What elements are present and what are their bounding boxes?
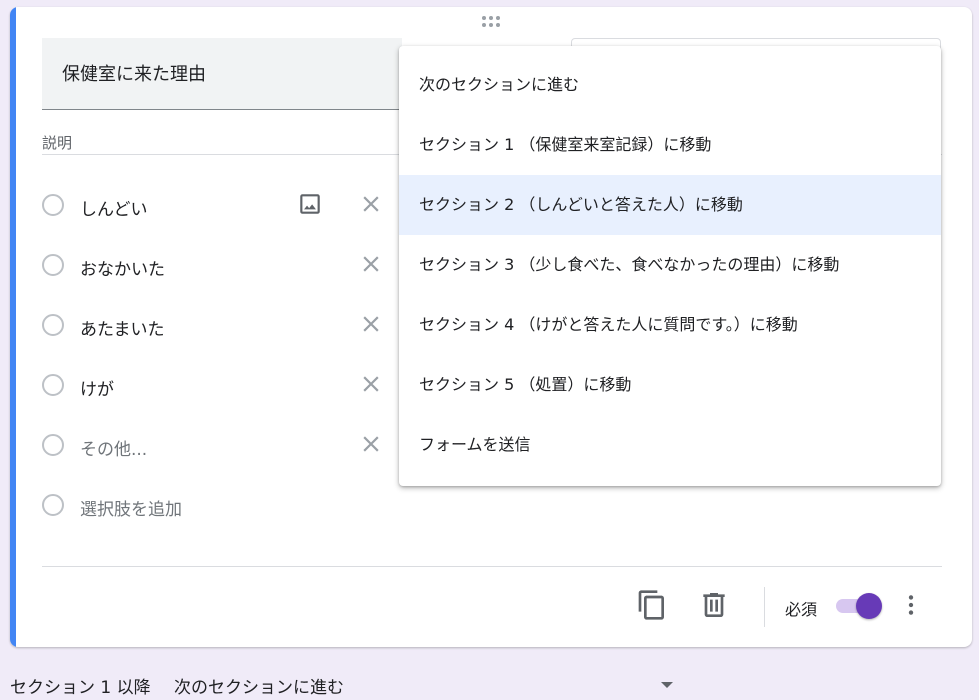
option-label-other[interactable]: その他...	[80, 435, 147, 460]
radio-circle-icon	[42, 374, 64, 396]
menu-item[interactable]: セクション 4 （けがと答えた人に質問です。）に移動	[399, 295, 941, 355]
remove-option-icon[interactable]	[358, 431, 384, 457]
add-option-button[interactable]: 選択肢を追加	[80, 495, 182, 520]
remove-option-icon[interactable]	[358, 311, 384, 337]
remove-option-icon[interactable]	[358, 191, 384, 217]
remove-option-icon[interactable]	[358, 371, 384, 397]
option-label[interactable]: けが	[80, 375, 114, 400]
radio-circle-icon	[42, 314, 64, 336]
menu-item-selected[interactable]: セクション 2 （しんどいと答えた人）に移動	[399, 175, 941, 235]
delete-icon[interactable]	[698, 589, 730, 621]
after-section-select[interactable]: 次のセクションに進む	[174, 673, 344, 698]
question-title-field[interactable]: 保健室に来た理由	[42, 38, 402, 110]
add-option-row: 選択肢を追加	[42, 487, 402, 527]
required-toggle[interactable]	[834, 593, 884, 619]
question-title-text: 保健室に来た理由	[62, 64, 206, 85]
option-label[interactable]: しんどい	[80, 195, 148, 220]
description-placeholder: 説明	[42, 134, 73, 152]
menu-item[interactable]: セクション 3 （少し食べた、食べなかったの理由）に移動	[399, 235, 941, 295]
toggle-knob	[856, 593, 882, 619]
more-vert-icon[interactable]	[898, 589, 924, 621]
drag-handle-icon[interactable]	[482, 16, 502, 30]
duplicate-icon[interactable]	[636, 589, 668, 621]
option-label[interactable]: おなかいた	[80, 255, 165, 280]
divider	[42, 566, 942, 567]
radio-circle-icon	[42, 194, 64, 216]
card-accent-bar	[10, 7, 16, 647]
required-label: 必須	[785, 600, 818, 619]
radio-circle-icon	[42, 434, 64, 456]
option-row: しんどい	[42, 187, 402, 227]
radio-circle-icon	[42, 254, 64, 276]
option-label[interactable]: あたまいた	[80, 315, 165, 340]
option-row: あたまいた	[42, 307, 402, 347]
toolbar-separator	[764, 587, 765, 627]
menu-item[interactable]: セクション 5 （処置）に移動	[399, 355, 941, 415]
radio-circle-icon	[42, 494, 64, 516]
option-row-other: その他...	[42, 427, 402, 467]
option-row: おなかいた	[42, 247, 402, 287]
after-section-label: セクション 1 以降	[10, 678, 151, 698]
menu-item[interactable]: セクション 1 （保健室来室記録）に移動	[399, 115, 941, 175]
menu-item[interactable]: フォームを送信	[399, 415, 941, 475]
add-image-icon[interactable]	[297, 191, 323, 217]
section-navigation-menu: 次のセクションに進む セクション 1 （保健室来室記録）に移動 セクション 2 …	[399, 46, 941, 486]
chevron-down-icon[interactable]	[661, 682, 673, 688]
remove-option-icon[interactable]	[358, 251, 384, 277]
menu-item[interactable]: 次のセクションに進む	[399, 55, 941, 115]
option-row: けが	[42, 367, 402, 407]
